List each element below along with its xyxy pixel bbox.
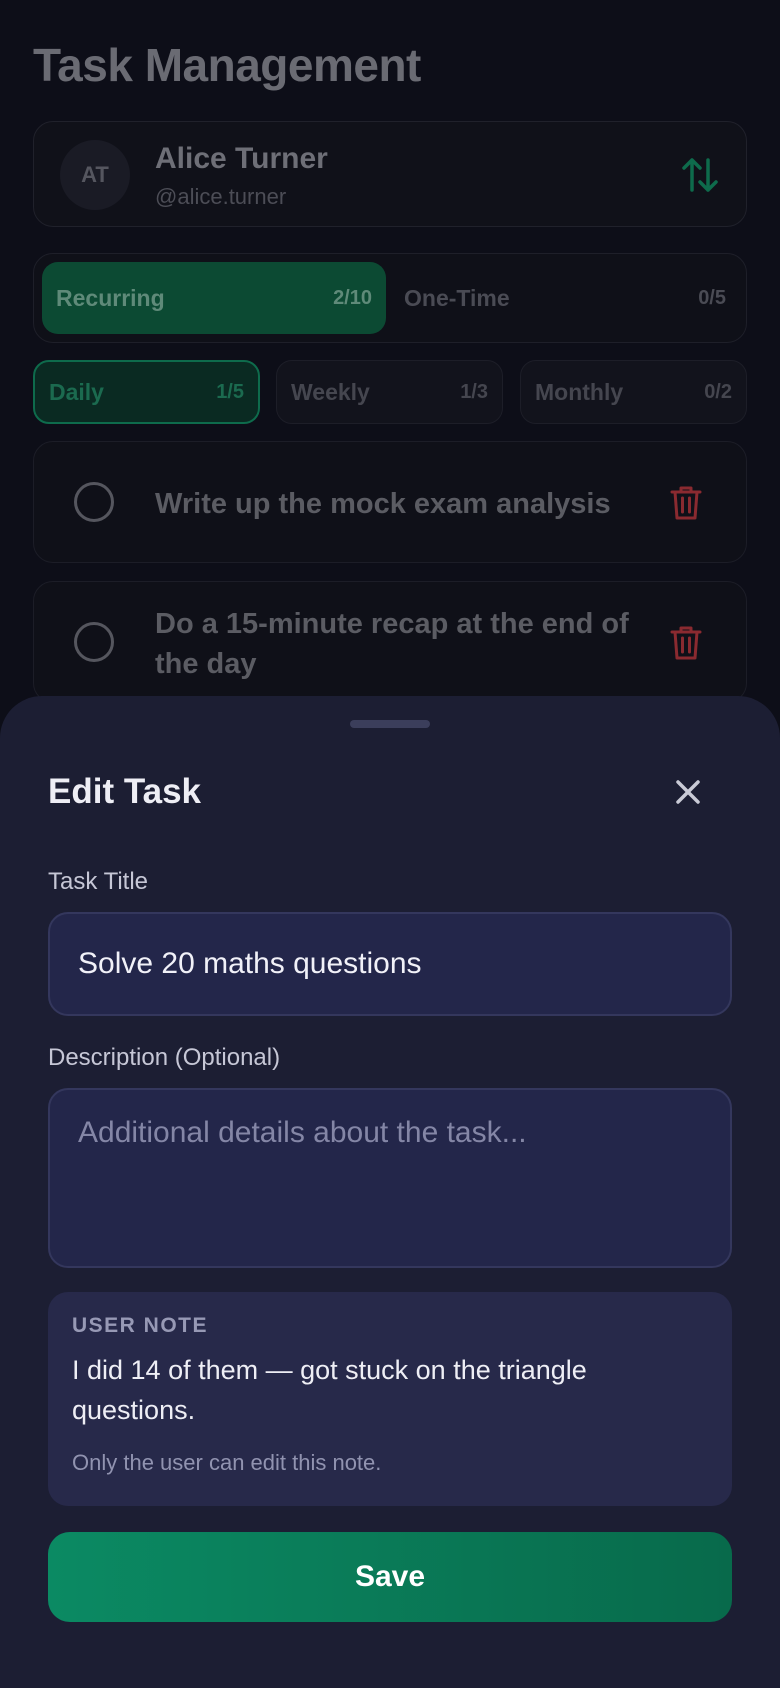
tab-count: 0/2: [704, 380, 732, 403]
task-checkbox[interactable]: [74, 482, 114, 522]
page-title: Task Management: [33, 39, 421, 91]
sort-arrows-icon[interactable]: [680, 156, 720, 194]
task-title-label: Task Title: [48, 868, 149, 895]
tab-recurring[interactable]: Recurring 2/10: [42, 262, 386, 334]
tab-one-time[interactable]: One-Time 0/5: [390, 262, 740, 334]
task-type-tabs: Recurring 2/10 One-Time 0/5: [33, 253, 747, 343]
tab-label: Daily: [49, 378, 104, 405]
tab-label: Recurring: [56, 284, 165, 311]
avatar: AT: [60, 140, 130, 210]
description-placeholder: Additional details about the task...: [78, 1116, 527, 1149]
tab-label: Monthly: [535, 378, 624, 405]
sheet-title: Edit Task: [48, 772, 202, 811]
task-title-value: Solve 20 maths questions: [78, 947, 422, 980]
save-button[interactable]: Save: [48, 1532, 732, 1622]
tab-count: 1/5: [216, 380, 244, 403]
tab-daily[interactable]: Daily 1/5: [33, 360, 260, 424]
user-handle: @alice.turner: [155, 184, 287, 209]
trash-icon[interactable]: [670, 625, 702, 661]
user-card[interactable]: AT Alice Turner @alice.turner: [33, 121, 747, 227]
task-checkbox[interactable]: [74, 622, 114, 662]
tab-count: 0/5: [698, 286, 726, 309]
sheet-drag-handle[interactable]: [350, 720, 430, 728]
tab-count: 2/10: [333, 286, 372, 309]
tab-weekly[interactable]: Weekly 1/3: [276, 360, 503, 424]
task-item[interactable]: Do a 15-minute recap at the end of the d…: [33, 581, 747, 703]
task-item[interactable]: Write up the mock exam analysis: [33, 441, 747, 563]
tab-monthly[interactable]: Monthly 0/2: [520, 360, 747, 424]
user-note-text: I did 14 of them — got stuck on the tria…: [72, 1355, 587, 1425]
user-note-hint: Only the user can edit this note.: [72, 1450, 382, 1475]
task-title: Write up the mock exam analysis: [155, 488, 611, 520]
tab-label: Weekly: [291, 378, 370, 405]
task-title: Do a 15-minute recap at the end of the d…: [155, 608, 629, 680]
user-name: Alice Turner: [155, 142, 328, 175]
description-label: Description (Optional): [48, 1044, 281, 1071]
description-input[interactable]: Additional details about the task...: [48, 1088, 732, 1268]
tab-label: One-Time: [404, 284, 510, 311]
tab-count: 1/3: [460, 380, 488, 403]
task-title-input[interactable]: Solve 20 maths questions: [48, 912, 732, 1016]
page: Task Management AT Alice Turner @alice.t…: [0, 0, 780, 1688]
edit-task-sheet: Edit Task Task Title Solve 20 maths ques…: [0, 696, 780, 1688]
close-icon[interactable]: [670, 774, 706, 810]
user-note-label: USER NOTE: [72, 1314, 209, 1337]
trash-icon[interactable]: [670, 485, 702, 521]
user-note: USER NOTE I did 14 of them — got stuck o…: [48, 1292, 732, 1506]
